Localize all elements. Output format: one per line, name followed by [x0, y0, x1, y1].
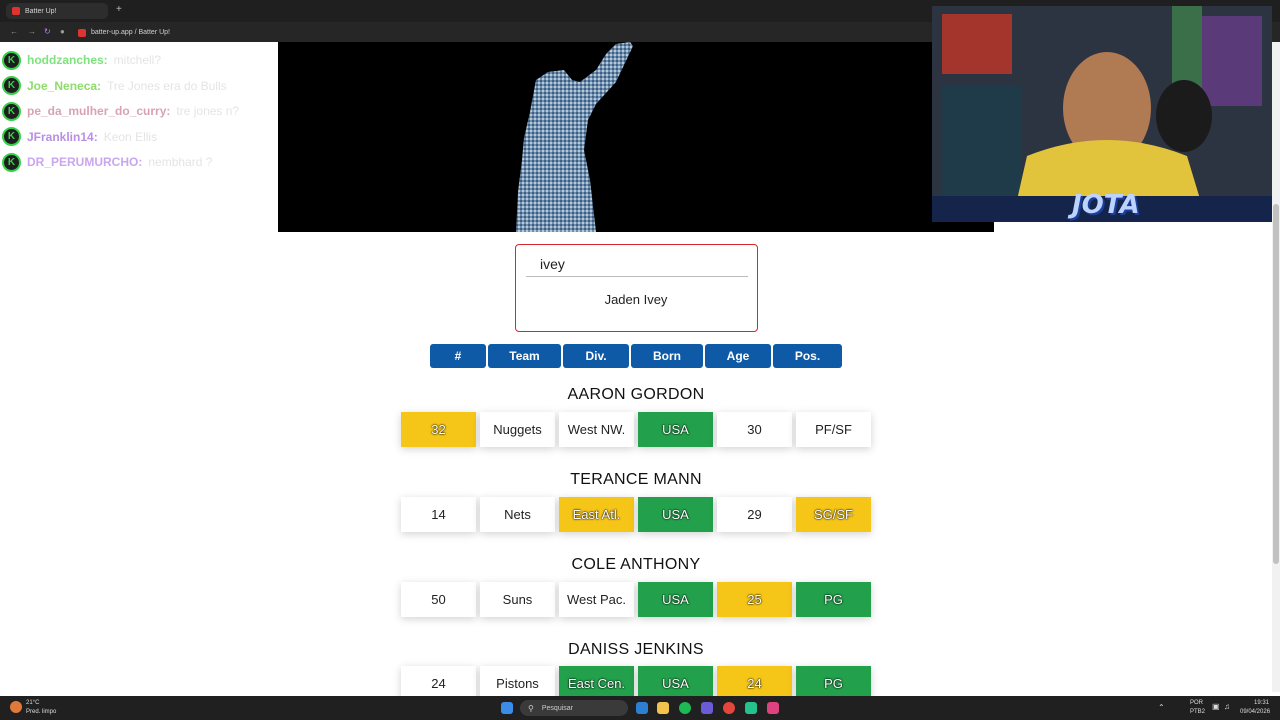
chat-text: Keon Ellis	[103, 129, 158, 144]
guess-cell: East Atl.	[559, 497, 634, 532]
guess-cell: PG	[796, 582, 871, 617]
chat-message: Kpe_da_mulher_do_curry: tre jones n?	[2, 101, 239, 121]
new-tab-button[interactable]: +	[116, 4, 122, 15]
chevron-up-icon[interactable]: ⌃	[1158, 703, 1165, 712]
chat-message: K Joe_Neneca: Tre Jones era do Bulls	[2, 76, 227, 96]
tab-title: Batter Up!	[25, 7, 57, 15]
chat-message: Khoddzanches: mitchell?	[2, 50, 161, 70]
chat-message: K JFranklin14: Keon Ellis	[2, 127, 157, 147]
guess-panel: Jaden Ivey	[515, 244, 758, 332]
weather-temp: 21°C	[26, 700, 40, 706]
clock-time[interactable]: 19:31	[1254, 700, 1269, 706]
player-silhouette-banner	[278, 42, 994, 232]
url-text: batter-up.app / Batter Up!	[91, 29, 170, 36]
guess-cell: USA	[638, 582, 713, 617]
chat-panel: Khoddzanches: mitchell? K Joe_Neneca: Tre Jo…	[0, 42, 278, 692]
network-icon[interactable]: ▣	[1212, 702, 1220, 711]
silhouette-image	[516, 42, 633, 232]
taskbar-search[interactable]: ⚲ Pesquisar	[520, 700, 628, 716]
guess-cell: 29	[717, 497, 792, 532]
forward-icon[interactable]: →	[28, 27, 36, 36]
chat-username[interactable]: DR_PERUMURCHO:	[27, 155, 142, 169]
streamer-logo: JOTA	[1072, 190, 1140, 220]
header-position: Pos.	[773, 344, 842, 368]
discord-icon[interactable]	[701, 702, 713, 714]
kick-badge-icon: K	[2, 50, 21, 70]
chat-text: Tre Jones era do Bulls	[107, 78, 227, 93]
kick-badge-icon: K	[2, 76, 21, 95]
guess-cell: Suns	[480, 582, 555, 617]
guess-cell: West NW.	[559, 412, 634, 447]
chat-text: mitchell?	[113, 53, 162, 67]
volume-icon[interactable]: ♫	[1224, 702, 1230, 711]
search-icon: ⚲	[528, 703, 534, 713]
scrollbar-thumb[interactable]	[1273, 204, 1279, 564]
chat-username[interactable]: pe_da_mulher_do_curry:	[27, 104, 170, 118]
guess-cell: West Pac.	[559, 582, 634, 617]
edge-icon[interactable]	[636, 702, 648, 714]
site-icon	[78, 28, 86, 37]
favicon-icon	[12, 7, 20, 15]
weather-description: Pred. limpo	[26, 709, 57, 715]
guess-cell: 30	[717, 412, 792, 447]
guess-cell: Nuggets	[480, 412, 555, 447]
kick-badge-icon: K	[2, 152, 21, 172]
player-name: AARON GORDON	[567, 386, 705, 403]
chrome-icon[interactable]	[723, 702, 735, 714]
clock-date: 09/04/2026	[1240, 709, 1271, 715]
guess-cell: Nets	[480, 497, 555, 532]
header-team: Team	[488, 344, 561, 368]
page-scrollbar[interactable]	[1272, 42, 1280, 692]
keyboard-layout: PTB2	[1190, 709, 1206, 715]
kick-badge-icon: K	[2, 101, 21, 121]
app-icon[interactable]	[745, 702, 757, 714]
player-name: DANISS JENKINS	[568, 641, 704, 658]
header-number: #	[430, 344, 486, 368]
chat-text: tre jones n?	[176, 104, 240, 118]
browser-tab[interactable]: Batter Up!	[6, 3, 108, 19]
header-born: Born	[631, 344, 703, 368]
kick-badge-icon: K	[2, 127, 21, 146]
weather-icon[interactable]	[10, 701, 22, 713]
guess-cell: 32	[401, 412, 476, 447]
guess-cell: SG/SF	[796, 497, 871, 532]
language-indicator[interactable]: POR	[1190, 700, 1203, 706]
guess-cell: PF/SF	[796, 412, 871, 447]
guess-cell: 14	[401, 497, 476, 532]
file-explorer-icon[interactable]	[657, 702, 669, 714]
webcam-overlay: JOTA	[932, 6, 1272, 222]
guess-cell: 25	[717, 582, 792, 617]
slack-icon[interactable]	[767, 702, 779, 714]
player-name: TERANCE MANN	[570, 471, 702, 488]
reload-icon[interactable]: ↻	[44, 27, 51, 36]
search-placeholder: Pesquisar	[541, 704, 573, 712]
player-search-input[interactable]	[526, 252, 748, 277]
back-icon[interactable]: ←	[10, 27, 18, 36]
guess-cell: USA	[638, 497, 713, 532]
chat-username[interactable]: hoddzanches:	[27, 53, 108, 67]
guess-cell: USA	[638, 412, 713, 447]
mic-icon[interactable]: ●	[60, 27, 65, 36]
header-age: Age	[705, 344, 771, 368]
start-icon[interactable]	[501, 702, 513, 714]
chat-username[interactable]: Joe_Neneca:	[27, 79, 101, 93]
url-field[interactable]: batter-up.app / Batter Up!	[78, 26, 170, 39]
guess-cell: 50	[401, 582, 476, 617]
spotify-icon[interactable]	[679, 702, 691, 714]
suggestion-item[interactable]: Jaden Ivey	[516, 292, 756, 307]
header-division: Div.	[563, 344, 629, 368]
chat-text: nembhard ?	[148, 155, 213, 169]
windows-taskbar: 21°C Pred. limpo ⚲ Pesquisar ⌃ POR PTB2 …	[0, 696, 1280, 720]
player-name: COLE ANTHONY	[571, 556, 701, 573]
chat-username[interactable]: JFranklin14:	[27, 130, 98, 144]
chat-message: K DR_PERUMURCHO: nembhard ?	[2, 152, 212, 172]
